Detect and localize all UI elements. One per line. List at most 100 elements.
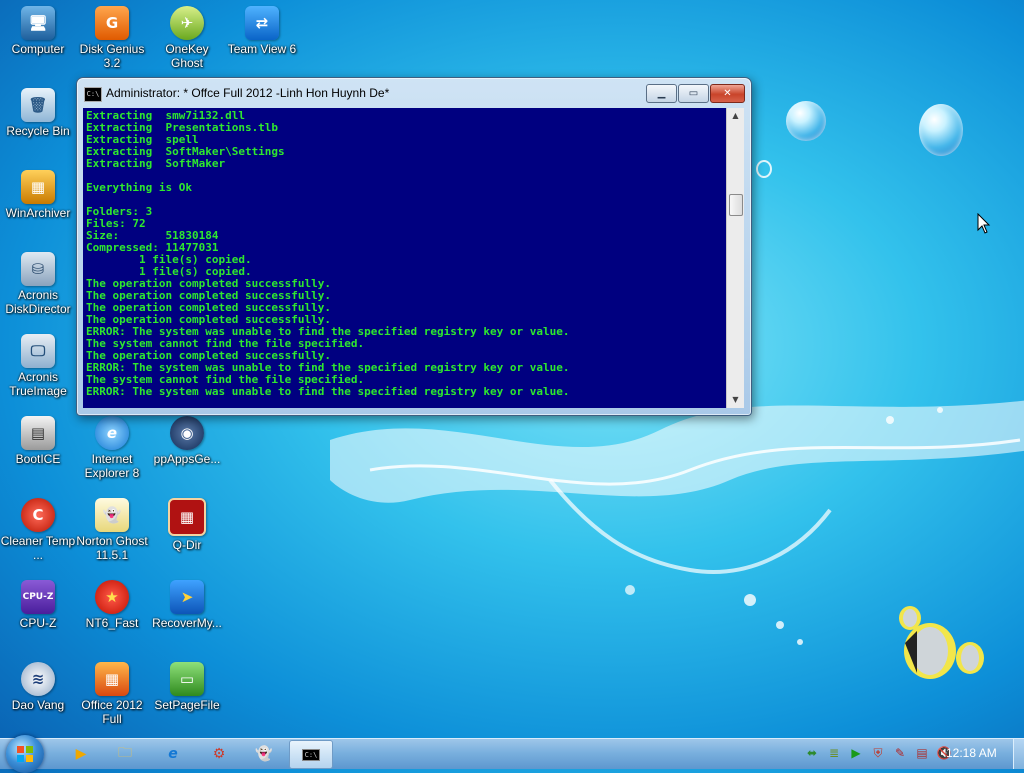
vertical-scrollbar[interactable]: ▲ ▼ — [726, 108, 744, 408]
tray-stack-icon[interactable]: ≣ — [826, 745, 842, 761]
desktop-icon-onekey-ghost[interactable]: ✈ OneKey Ghost — [149, 6, 225, 70]
windows-logo-icon — [17, 746, 33, 762]
maximize-button[interactable]: ▭ — [678, 84, 709, 103]
scroll-down-icon[interactable]: ▼ — [727, 392, 744, 408]
tray-network-icon[interactable]: ▤ — [914, 745, 930, 761]
desktop-icon-label: SetPageFile — [154, 698, 220, 712]
desktop-icon-label: NT6_Fast — [85, 616, 139, 630]
cleaner-temp-icon: C — [21, 498, 55, 532]
desktop-icon-label: WinArchiver — [5, 206, 71, 220]
taskbar: ▶ 🗀 e ⚙ 👻 C:\ ⬌ ≣ ▶ ⛨ ✎ ▤ 🔇 12:18 AM — [0, 735, 1024, 773]
desktop-icon-q-dir[interactable]: ▦ Q-Dir — [149, 498, 225, 552]
desktop-icon-label: Q-Dir — [172, 538, 202, 552]
cmd-icon: C:\ — [84, 87, 102, 102]
minimize-icon: ▁ — [657, 88, 666, 99]
desktop-icon-cpu-z[interactable]: CPU-Z CPU-Z — [0, 580, 76, 630]
close-button[interactable]: ✕ — [710, 84, 745, 103]
onekey-ghost-icon: ✈ — [170, 6, 204, 40]
windows-logo-bubble-decoration — [786, 101, 826, 141]
ppappsge-icon: ◉ — [170, 416, 204, 450]
ghost-icon: 👻 — [255, 745, 273, 762]
desktop-icon-label: RecoverMy... — [152, 616, 222, 630]
show-desktop-button[interactable] — [1013, 739, 1024, 769]
desktop-icon-acronis-trueimage[interactable]: 🖵 Acronis TrueImage — [0, 334, 76, 398]
bootice-icon: ▤ — [21, 416, 55, 450]
minimize-button[interactable]: ▁ — [646, 84, 677, 103]
small-bubble-decoration — [756, 160, 772, 178]
desktop-icon-nt6-fast[interactable]: ★ NT6_Fast — [74, 580, 150, 630]
cmd-icon: C:\ — [301, 748, 321, 761]
console-output-text: Extracting smw7i132.dll Extracting Prese… — [86, 109, 570, 409]
taskbar-norton-ghost-button[interactable]: 👻 — [243, 740, 285, 767]
desktop-icon-label: Recycle Bin — [6, 124, 70, 138]
tray-shield-icon[interactable]: ⛨ — [870, 745, 886, 761]
acronis-trueimage-icon: 🖵 — [21, 334, 55, 368]
console-window[interactable]: C:\ Administrator: * Offce Full 2012 -Li… — [76, 77, 752, 416]
desktop-icon-teamviewer[interactable]: ⇄ Team View 6 — [224, 6, 300, 56]
nt6-fast-icon: ★ — [95, 580, 129, 614]
desktop-icon-label: Office 2012 Full — [81, 698, 143, 726]
acronis-diskdirector-icon: ⛁ — [21, 252, 55, 286]
desktop-icon-disk-genius[interactable]: G Disk Genius 3.2 — [74, 6, 150, 70]
desktop-icon-label: Norton Ghost 11.5.1 — [76, 534, 148, 562]
folder-icon: 🗀 — [118, 744, 132, 761]
desktop-icon-label: Cleaner Temp ... — [0, 534, 76, 562]
cpu-z-icon: CPU-Z — [21, 580, 55, 614]
norton-ghost-icon: 👻 — [95, 498, 129, 532]
desktop-icon-recovermy[interactable]: ➤ RecoverMy... — [149, 580, 225, 630]
start-button[interactable] — [6, 735, 44, 773]
setpagefile-icon: ▭ — [170, 662, 204, 696]
teamviewer-icon: ⇄ — [245, 6, 279, 40]
tray-play-icon[interactable]: ▶ — [848, 745, 864, 761]
ie-logo-bubble-decoration — [919, 104, 963, 156]
desktop-icon-norton-ghost[interactable]: 👻 Norton Ghost 11.5.1 — [74, 498, 150, 562]
desktop-icon-label: Dao Vang — [11, 698, 65, 712]
q-dir-icon: ▦ — [168, 498, 206, 536]
fish-decoration — [899, 606, 984, 679]
mouse-cursor-icon — [977, 213, 991, 234]
desktop-icon-winarchiver[interactable]: ▦ WinArchiver — [0, 170, 76, 220]
taskbar-clock[interactable]: 12:18 AM — [946, 746, 997, 760]
taskbar-explorer-button[interactable]: 🗀 — [104, 740, 146, 767]
tray-tool-icon[interactable]: ✎ — [892, 745, 908, 761]
desktop-icon-acronis-diskdirector[interactable]: ⛁ Acronis DiskDirector — [0, 252, 76, 316]
desktop-icon-office-2012[interactable]: ▦ Office 2012 Full — [74, 662, 150, 726]
desktop-icon-internet-explorer[interactable]: e Internet Explorer 8 — [74, 416, 150, 480]
office-icon: ▦ — [95, 662, 129, 696]
taskbar-ie-button[interactable]: e — [152, 740, 194, 767]
system-tray: ⬌ ≣ ▶ ⛨ ✎ ▤ 🔇 — [804, 745, 952, 763]
scroll-up-icon[interactable]: ▲ — [727, 108, 744, 124]
desktop-icon-label: OneKey Ghost — [165, 42, 209, 70]
desktop-icon-cleaner-temp[interactable]: C Cleaner Temp ... — [0, 498, 76, 562]
desktop-icon-label: Internet Explorer 8 — [84, 452, 140, 480]
recovermy-icon: ➤ — [170, 580, 204, 614]
desktop-icon-label: Team View 6 — [227, 42, 297, 56]
desktop-icon-label: Disk Genius 3.2 — [79, 42, 145, 70]
taskbar-cmd-button[interactable]: C:\ — [289, 740, 333, 769]
desktop-icon-label: BootICE — [15, 452, 61, 466]
desktop-icon-setpagefile[interactable]: ▭ SetPageFile — [149, 662, 225, 712]
maximize-icon: ▭ — [688, 88, 699, 99]
close-icon: ✕ — [723, 88, 732, 99]
dao-vang-icon: ≋ — [21, 662, 55, 696]
taskbar-media-player-button[interactable]: ▶ — [60, 740, 102, 767]
window-title: Administrator: * Offce Full 2012 -Linh H… — [106, 86, 390, 100]
console-output-area[interactable]: Extracting smw7i132.dll Extracting Prese… — [83, 108, 726, 408]
desktop-icon-label: Acronis DiskDirector — [5, 288, 71, 316]
tray-arrows-icon[interactable]: ⬌ — [804, 745, 820, 761]
desktop-icon-dao-vang[interactable]: ≋ Dao Vang — [0, 662, 76, 712]
recycle-bin-icon: 🗑 — [21, 88, 55, 122]
desktop-icon-computer[interactable]: 🖥 Computer — [0, 6, 76, 56]
desktop-icon-bootice[interactable]: ▤ BootICE — [0, 416, 76, 466]
window-titlebar[interactable]: C:\ Administrator: * Offce Full 2012 -Li… — [77, 78, 751, 108]
taskbar-network-button[interactable]: ⚙ — [198, 740, 240, 767]
disk-genius-icon: G — [95, 6, 129, 40]
scrollbar-thumb[interactable] — [729, 194, 743, 216]
desktop-icon-recycle-bin[interactable]: 🗑 Recycle Bin — [0, 88, 76, 138]
desktop-icon-label: Computer — [11, 42, 65, 56]
desktop-icon-label: ppAppsGe... — [153, 452, 221, 466]
internet-explorer-icon: e — [168, 745, 178, 762]
media-player-icon: ▶ — [75, 745, 87, 762]
desktop-icon-ppappsge[interactable]: ◉ ppAppsGe... — [149, 416, 225, 466]
desktop-icon-label: Acronis TrueImage — [9, 370, 67, 398]
